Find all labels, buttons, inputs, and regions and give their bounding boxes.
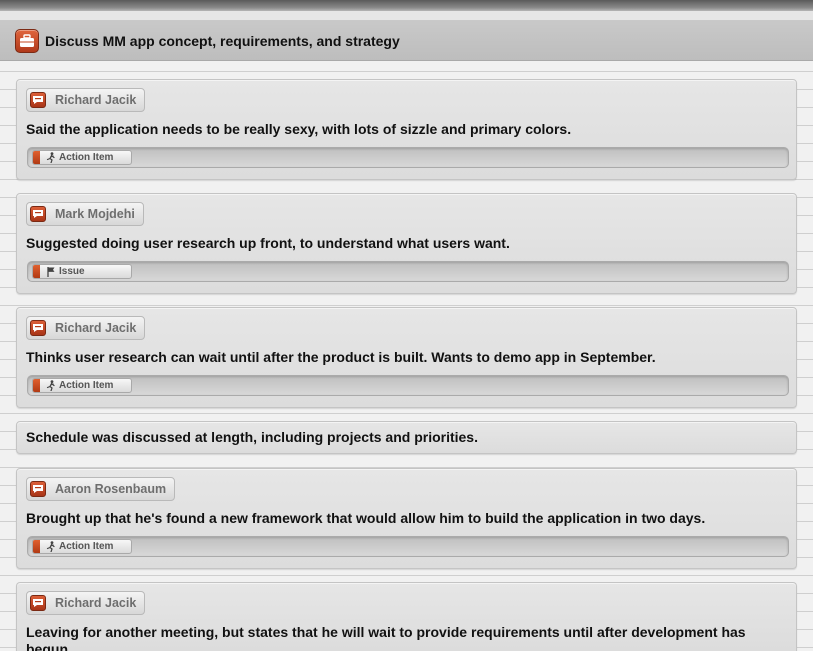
comment-icon — [30, 595, 46, 611]
author-badge[interactable]: Richard Jacik — [26, 591, 146, 615]
author-badge[interactable]: Aaron Rosenbaum — [26, 477, 176, 501]
action-item-tag[interactable]: Action Item — [32, 539, 132, 554]
running-person-icon — [46, 541, 56, 552]
note-card[interactable]: Mark Mojdehi Suggested doing user resear… — [16, 193, 797, 294]
note-card[interactable]: Schedule was discussed at length, includ… — [16, 421, 797, 454]
author-name: Aaron Rosenbaum — [55, 482, 167, 496]
note-text: Suggested doing user research up front, … — [26, 235, 510, 251]
flag-icon — [46, 266, 56, 277]
author-badge[interactable]: Richard Jacik — [26, 88, 146, 112]
tag-color-swatch — [33, 151, 40, 164]
note-card[interactable]: Richard Jacik Thinks user research can w… — [16, 307, 797, 408]
tag-label: Action Item — [59, 152, 114, 163]
action-item-tag[interactable]: Action Item — [32, 150, 132, 165]
note-card[interactable]: Richard Jacik Said the application needs… — [16, 79, 797, 180]
tag-color-swatch — [33, 540, 40, 553]
author-name: Richard Jacik — [55, 321, 137, 335]
author-badge[interactable]: Richard Jacik — [26, 316, 146, 340]
author-name: Mark Mojdehi — [55, 207, 135, 221]
top-spacer — [0, 11, 813, 20]
tag-track[interactable]: Issue — [27, 261, 789, 282]
topic-header[interactable]: Discuss MM app concept, requirements, an… — [0, 20, 813, 61]
tag-label: Action Item — [59, 541, 114, 552]
topic-title: Discuss MM app concept, requirements, an… — [45, 33, 400, 49]
note-text: Leaving for another meeting, but states … — [26, 624, 746, 651]
action-item-tag[interactable]: Action Item — [32, 378, 132, 393]
tag-track[interactable]: Action Item — [27, 375, 789, 396]
comment-icon — [30, 92, 46, 108]
tag-label: Action Item — [59, 380, 114, 391]
note-text: Brought up that he's found a new framewo… — [26, 510, 706, 526]
tag-label: Issue — [59, 266, 85, 277]
comment-icon — [30, 206, 46, 222]
author-name: Richard Jacik — [55, 596, 137, 610]
tag-track[interactable]: Action Item — [27, 147, 789, 168]
note-card[interactable]: Richard Jacik Leaving for another meetin… — [16, 582, 797, 651]
comment-icon — [30, 481, 46, 497]
tag-color-swatch — [33, 379, 40, 392]
tag-track[interactable]: Action Item — [27, 536, 789, 557]
window-top-edge — [0, 0, 813, 11]
note-card[interactable]: Aaron Rosenbaum Brought up that he's fou… — [16, 468, 797, 569]
running-person-icon — [46, 380, 56, 391]
briefcase-icon — [15, 29, 39, 53]
author-name: Richard Jacik — [55, 93, 137, 107]
tag-color-swatch — [33, 265, 40, 278]
running-person-icon — [46, 152, 56, 163]
note-text: Thinks user research can wait until afte… — [26, 349, 656, 365]
note-text: Schedule was discussed at length, includ… — [26, 429, 478, 445]
issue-tag[interactable]: Issue — [32, 264, 132, 279]
comment-icon — [30, 320, 46, 336]
note-text: Said the application needs to be really … — [26, 121, 572, 137]
author-badge[interactable]: Mark Mojdehi — [26, 202, 144, 226]
